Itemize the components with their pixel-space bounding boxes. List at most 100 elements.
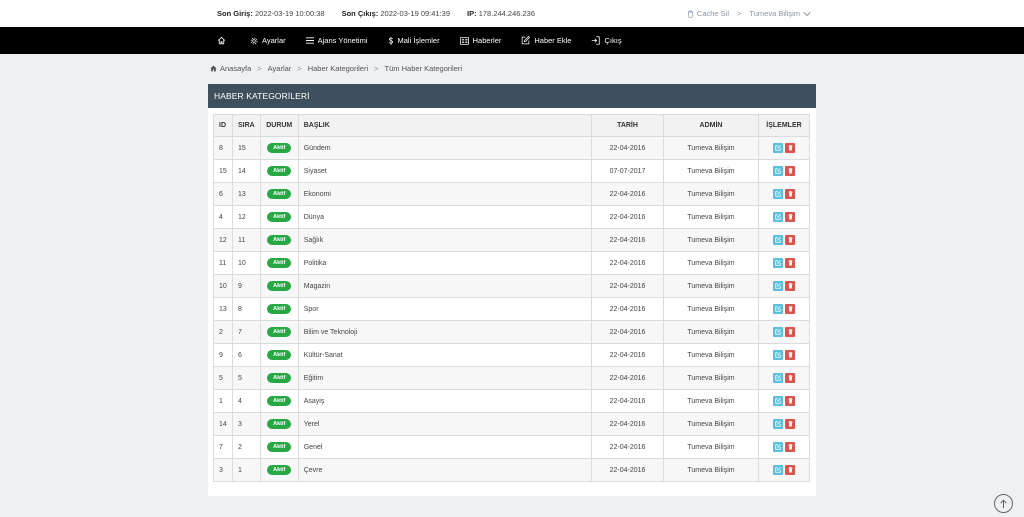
cell-baslik: Bilim ve Teknoloji <box>297 320 593 344</box>
cell-id: 9 <box>213 343 233 367</box>
cell-baslik: Siyaset <box>297 159 593 183</box>
table-row: 15 14 Aktif Siyaset 07-07-2017 Tumeva Bilişim <box>213 159 810 183</box>
status-badge[interactable]: Aktif <box>267 304 292 314</box>
nav-financial-label: Mali İşlemler <box>397 36 440 45</box>
cell-baslik: Genel <box>297 435 593 459</box>
delete-button[interactable] <box>785 281 795 291</box>
trash-icon <box>788 237 792 243</box>
column-header-baslik[interactable]: BAŞLIK <box>297 114 593 137</box>
delete-button[interactable] <box>785 465 795 475</box>
cell-baslik: Kültür-Sanat <box>297 343 593 367</box>
edit-button[interactable] <box>773 166 783 176</box>
edit-button[interactable] <box>773 373 783 383</box>
scroll-top-button[interactable] <box>994 494 1013 513</box>
edit-button[interactable] <box>773 327 783 337</box>
column-header-id[interactable]: ID <box>213 114 233 137</box>
edit-button[interactable] <box>773 189 783 199</box>
delete-button[interactable] <box>785 419 795 429</box>
news-categories-table: ID SIRA DURUM BAŞLIK TARİH ADMİN İŞLEMLE… <box>213 114 810 482</box>
cell-id: 4 <box>213 205 233 229</box>
nav-financial[interactable]: Mali İşlemler <box>388 36 440 45</box>
trash-icon <box>687 10 694 18</box>
nav-news-label: Haberler <box>472 36 502 45</box>
ip-value: 178.244.246.236 <box>478 9 536 18</box>
delete-button[interactable] <box>785 396 795 406</box>
edit-button[interactable] <box>773 350 783 360</box>
cache-clear-link[interactable]: Cache Sil <box>687 9 729 18</box>
status-badge[interactable]: Aktif <box>267 189 292 199</box>
edit-button[interactable] <box>773 235 783 245</box>
edit-icon <box>775 145 781 151</box>
status-badge[interactable]: Aktif <box>267 373 292 383</box>
nav-news[interactable]: Haberler <box>459 36 502 45</box>
breadcrumb-settings[interactable]: Ayarlar <box>268 64 292 73</box>
edit-button[interactable] <box>773 304 783 314</box>
nav-add-news[interactable]: Haber Ekle <box>521 36 571 45</box>
status-badge[interactable]: Aktif <box>267 396 292 406</box>
delete-button[interactable] <box>785 212 795 222</box>
cell-islemler <box>758 458 810 482</box>
cell-id: 8 <box>213 136 233 160</box>
cell-admin: Tumeva Bilişim <box>663 458 759 482</box>
column-header-tarih[interactable]: TARİH <box>591 114 664 137</box>
delete-button[interactable] <box>785 258 795 268</box>
edit-button[interactable] <box>773 212 783 222</box>
edit-button[interactable] <box>773 465 783 475</box>
breadcrumb-separator: > <box>374 64 379 73</box>
table-row: 7 2 Aktif Genel 22-04-2016 Tumeva Bilişim <box>213 435 810 459</box>
edit-button[interactable] <box>773 442 783 452</box>
column-header-durum[interactable]: DURUM <box>259 114 299 137</box>
cell-id: 13 <box>213 297 233 321</box>
delete-button[interactable] <box>785 166 795 176</box>
status-badge[interactable]: Aktif <box>267 442 292 452</box>
cell-baslik: Sağlık <box>297 228 593 252</box>
delete-button[interactable] <box>785 350 795 360</box>
nav-settings[interactable]: Ayarlar <box>250 36 286 45</box>
delete-button[interactable] <box>785 373 795 383</box>
edit-icon <box>522 36 531 45</box>
delete-button[interactable] <box>785 143 795 153</box>
delete-button[interactable] <box>785 327 795 337</box>
cell-admin: Tumeva Bilişim <box>663 136 759 160</box>
nav-agency-management[interactable]: Ajans Yönetimi <box>305 36 368 45</box>
topbar-right: Cache Sil > Tumeva Bilişim <box>687 0 814 27</box>
status-badge[interactable]: Aktif <box>267 235 292 245</box>
cell-sira: 1 <box>232 458 261 482</box>
breadcrumb-home[interactable]: Anasayfa <box>220 64 251 73</box>
cell-durum: Aktif <box>259 297 299 321</box>
delete-button[interactable] <box>785 189 795 199</box>
status-badge[interactable]: Aktif <box>267 166 292 176</box>
edit-icon <box>775 375 781 381</box>
cell-admin: Tumeva Bilişim <box>663 412 759 436</box>
edit-button[interactable] <box>773 419 783 429</box>
nav-home[interactable] <box>217 36 230 45</box>
edit-icon <box>775 168 781 174</box>
cell-sira: 13 <box>232 182 261 206</box>
cell-sira: 5 <box>232 366 261 390</box>
cell-islemler <box>758 297 810 321</box>
status-badge[interactable]: Aktif <box>267 212 292 222</box>
status-badge[interactable]: Aktif <box>267 419 292 429</box>
delete-button[interactable] <box>785 235 795 245</box>
status-badge[interactable]: Aktif <box>267 258 292 268</box>
user-menu[interactable]: Tumeva Bilişim <box>749 9 814 18</box>
edit-button[interactable] <box>773 143 783 153</box>
column-header-sira[interactable]: SIRA <box>232 114 261 137</box>
status-badge[interactable]: Aktif <box>267 465 292 475</box>
status-badge[interactable]: Aktif <box>267 143 292 153</box>
edit-button[interactable] <box>773 281 783 291</box>
nav-logout[interactable]: Çıkış <box>591 36 622 45</box>
status-badge[interactable]: Aktif <box>267 281 292 291</box>
edit-button[interactable] <box>773 396 783 406</box>
cell-tarih: 22-04-2016 <box>591 389 664 413</box>
trash-icon <box>788 283 792 289</box>
cell-tarih: 22-04-2016 <box>591 136 664 160</box>
status-badge[interactable]: Aktif <box>267 350 292 360</box>
breadcrumb-news-categories[interactable]: Haber Kategorileri <box>308 64 368 73</box>
edit-button[interactable] <box>773 258 783 268</box>
column-header-admin[interactable]: ADMİN <box>663 114 759 137</box>
delete-button[interactable] <box>785 442 795 452</box>
status-badge[interactable]: Aktif <box>267 327 292 337</box>
cell-durum: Aktif <box>259 389 299 413</box>
delete-button[interactable] <box>785 304 795 314</box>
